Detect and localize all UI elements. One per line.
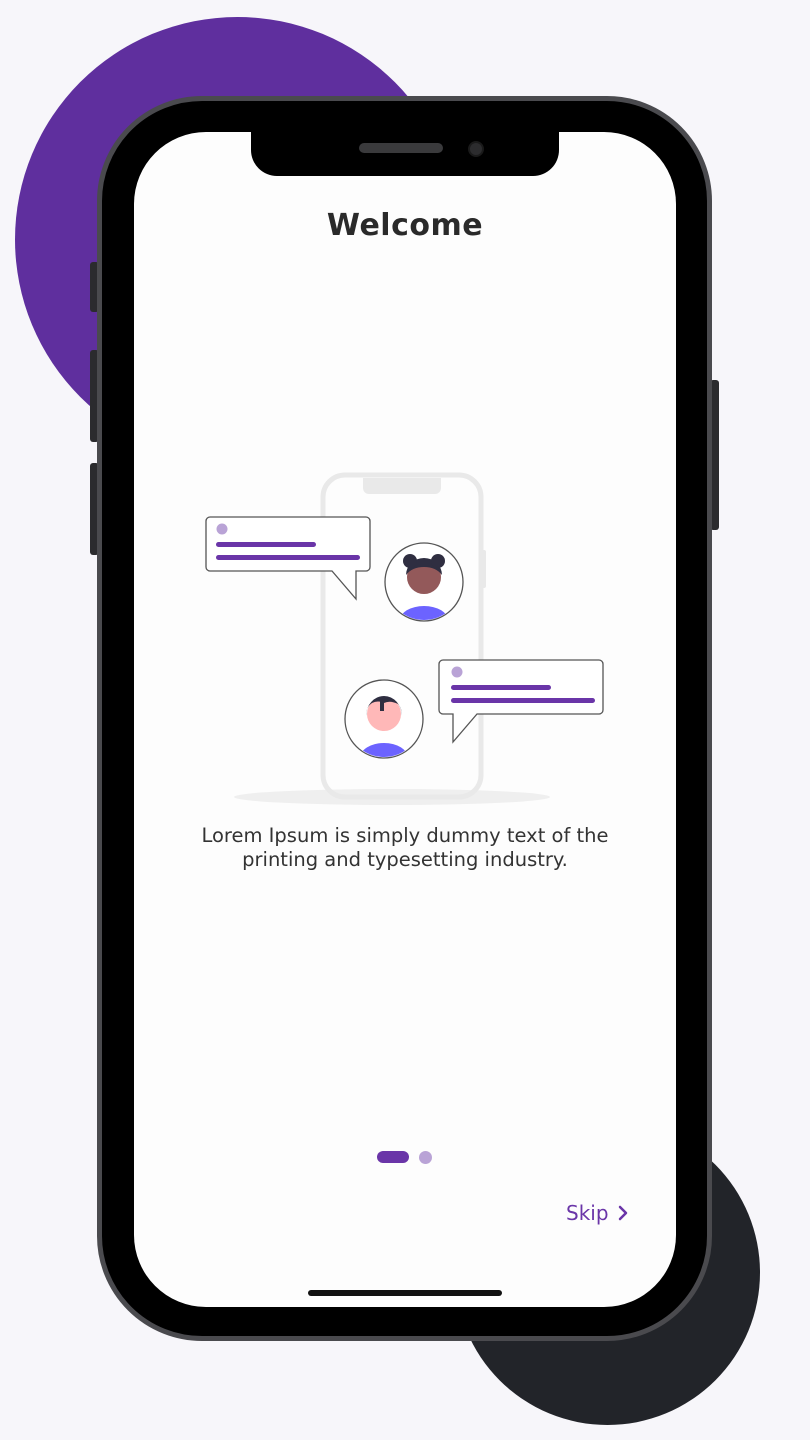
skip-button[interactable]: Skip [566,1198,629,1228]
illustration-phone-notch [363,478,441,494]
page-indicator [377,1150,432,1164]
phone-notch [251,132,559,176]
chat-illustration [205,472,604,805]
skip-label: Skip [566,1201,609,1225]
avatar-female-icon [384,542,464,622]
speaker-grille [359,143,443,153]
bubble-left-line-2 [216,555,360,560]
bubble-right-line-1 [451,685,551,690]
page-dot-active[interactable] [377,1151,409,1163]
page-dot[interactable] [419,1150,432,1164]
page-title: Welcome [326,208,484,243]
bubble-left-dot-icon [216,523,228,535]
front-camera [468,141,484,157]
bubble-left-line-1 [216,542,316,547]
illustration-phone-button [481,550,486,588]
chevron-right-icon [618,1205,627,1221]
avatar-male-icon [344,679,424,759]
bubble-right-line-2 [451,698,595,703]
onboarding-description: Lorem Ipsum is simply dummy text of the … [201,824,609,871]
home-indicator[interactable] [308,1290,502,1296]
page: Welcome Lorem Ipsum is simply dummy text… [0,0,810,1440]
bubble-right-dot-icon [451,666,463,678]
